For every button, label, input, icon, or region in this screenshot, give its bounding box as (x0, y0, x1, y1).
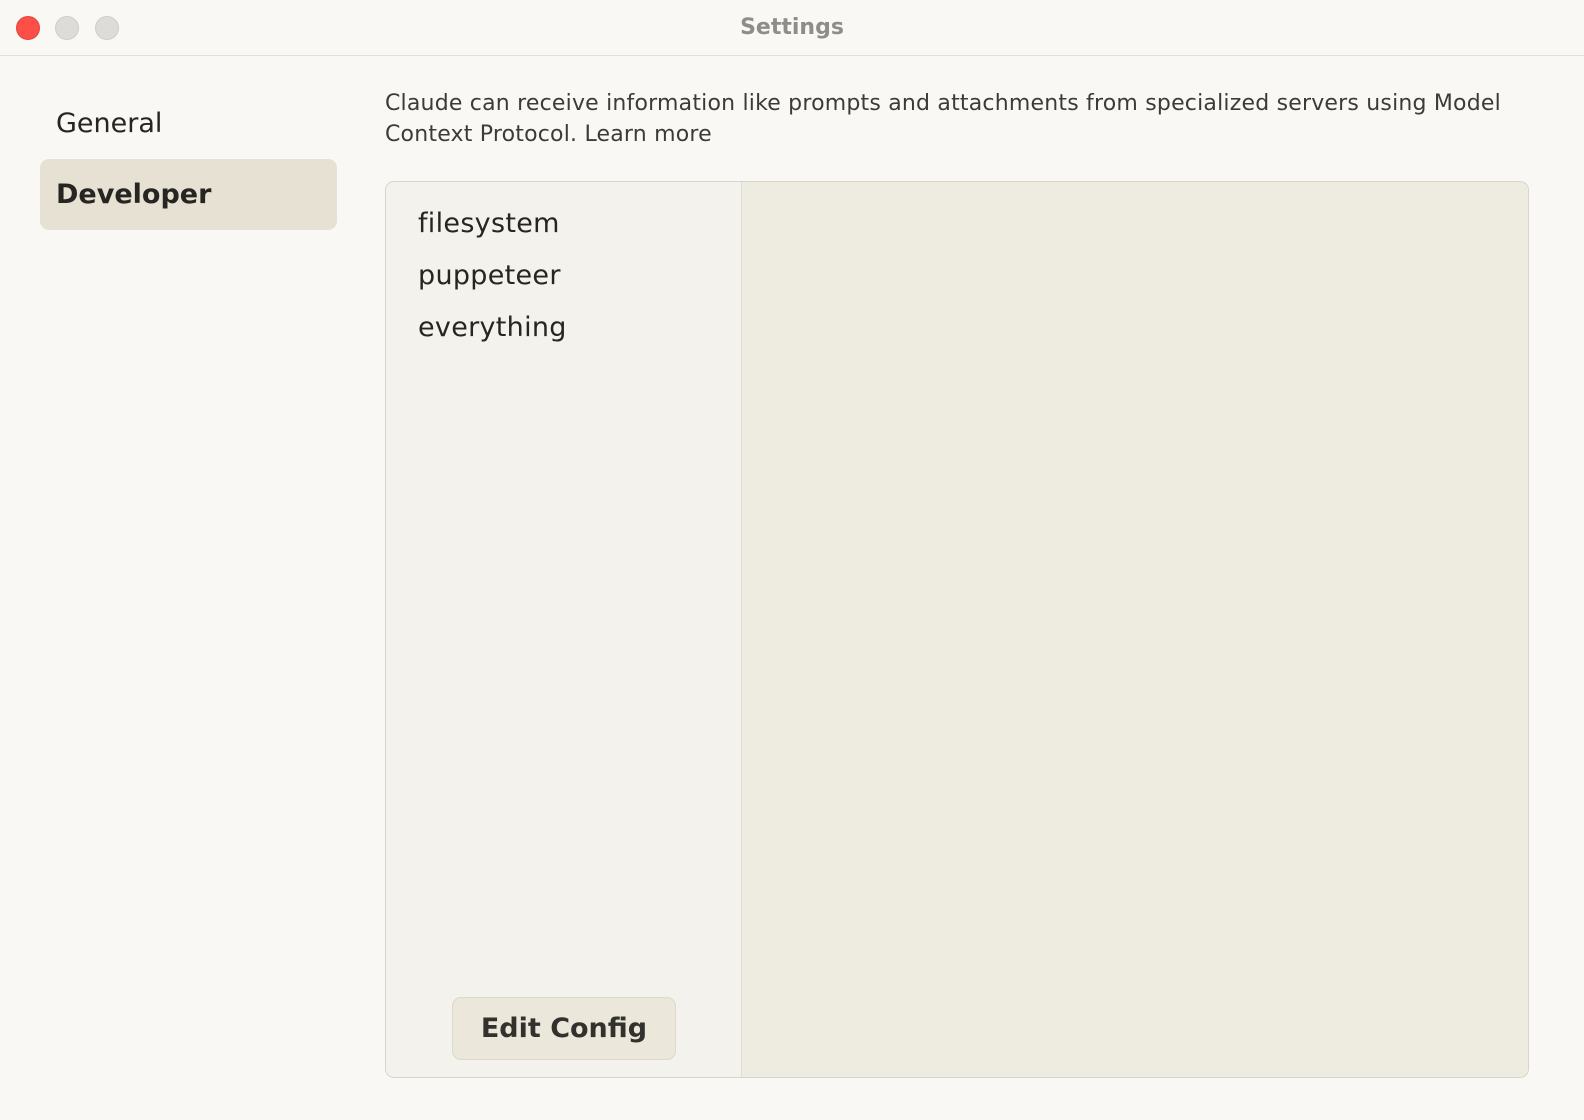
server-item-puppeteer[interactable]: puppeteer (418, 260, 561, 291)
title-bar: Settings (0, 0, 1584, 56)
window-title: Settings (740, 15, 844, 40)
settings-window: Settings General Developer Claude can re… (0, 0, 1584, 1120)
server-detail-pane (742, 182, 1528, 1077)
learn-more-link[interactable]: Learn more (584, 122, 711, 147)
edit-config-button[interactable]: Edit Config (452, 997, 676, 1060)
sidebar-item-developer[interactable]: Developer (40, 159, 337, 230)
mcp-description: Claude can receive information like prom… (385, 88, 1525, 150)
server-list: filesystem puppeteer everything Edit Con… (386, 182, 742, 1077)
server-item-filesystem[interactable]: filesystem (418, 208, 560, 239)
sidebar-item-general[interactable]: General (40, 88, 337, 159)
mcp-description-text: Claude can receive information like prom… (385, 91, 1501, 147)
server-item-everything[interactable]: everything (418, 312, 567, 343)
mcp-servers-panel: filesystem puppeteer everything Edit Con… (385, 181, 1529, 1078)
settings-sidebar: General Developer (40, 88, 337, 230)
